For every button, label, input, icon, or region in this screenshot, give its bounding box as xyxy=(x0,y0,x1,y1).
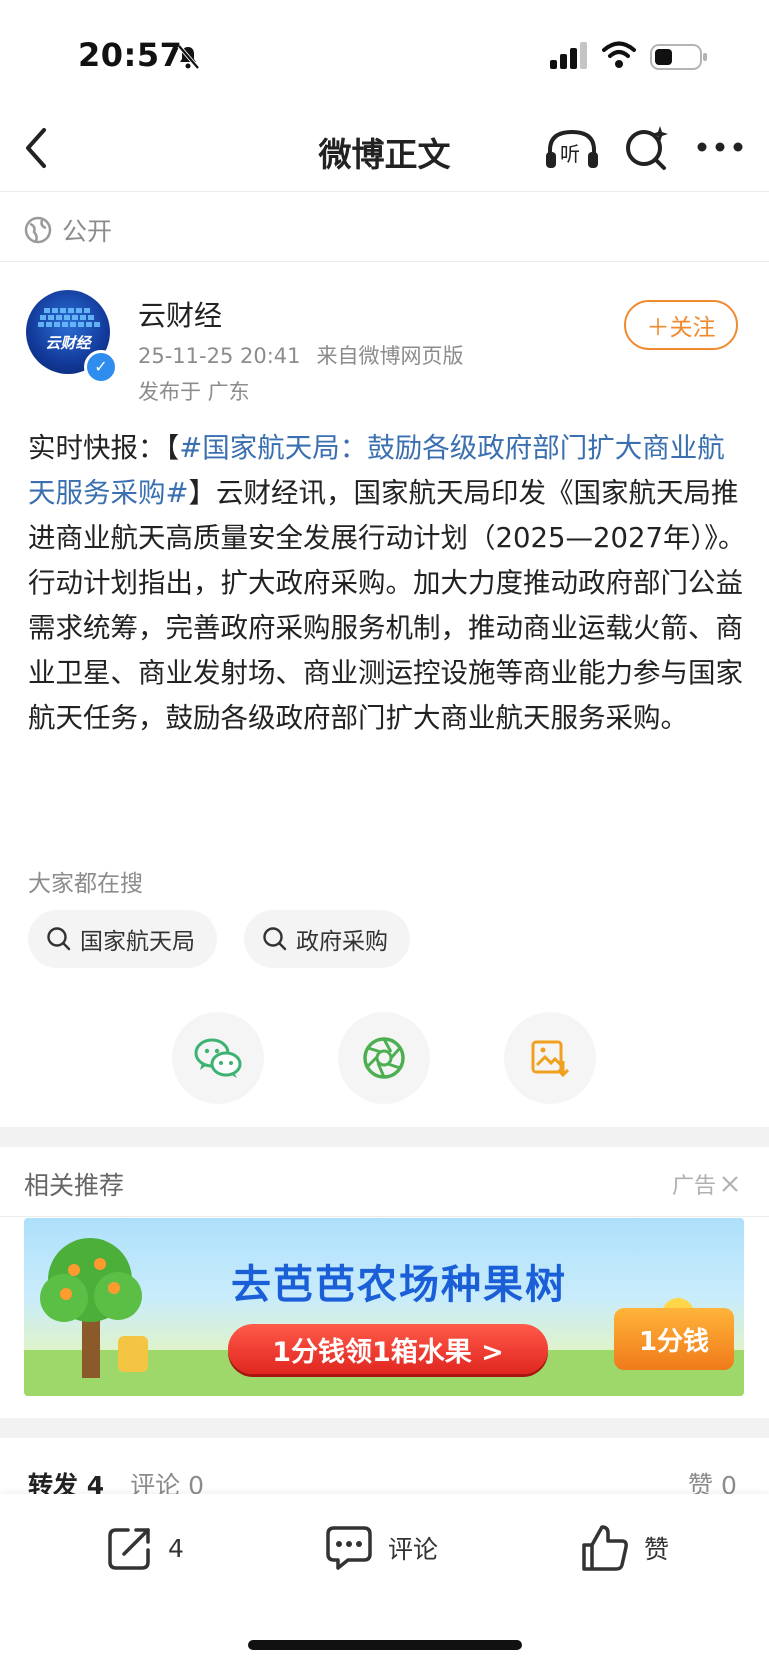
battery-icon xyxy=(650,44,707,70)
like-label: 赞 xyxy=(644,1535,670,1564)
search-suggest-label: 大家都在搜 xyxy=(28,871,143,897)
post-body-text: 云财经讯，国家航天局印发《国家航天局推进商业航天高质量安全发展行动计划（2025… xyxy=(28,477,746,734)
visibility-label: 公开 xyxy=(62,217,113,246)
thumbs-up-icon xyxy=(582,1525,628,1571)
save-image-button[interactable] xyxy=(504,1012,596,1104)
share-wechat-button[interactable] xyxy=(172,1012,264,1104)
visibility-divider xyxy=(0,261,769,262)
search-icon xyxy=(47,927,71,951)
post-meta: 25-11-25 20:41 来自微博网页版 xyxy=(138,340,480,370)
related-divider xyxy=(0,1216,769,1217)
search-icon[interactable] xyxy=(624,124,670,172)
post-source: 来自微博网页版 xyxy=(316,344,464,368)
section-gap xyxy=(0,1127,769,1147)
mute-bell-icon xyxy=(177,44,200,70)
repost-button[interactable]: 4 xyxy=(106,1518,184,1578)
cellular-signal-icon xyxy=(550,42,587,69)
visibility-indicator: 公开 xyxy=(24,210,112,250)
related-title: 相关推荐 xyxy=(24,1171,125,1200)
repost-count: 4 xyxy=(168,1533,184,1563)
search-chip-label: 政府采购 xyxy=(296,929,388,955)
ad-label: 广告 xyxy=(672,1174,717,1199)
ad-close-button[interactable]: 广告 xyxy=(672,1168,740,1200)
listen-label: 听 xyxy=(560,142,580,166)
author-name[interactable]: 云财经 xyxy=(138,294,222,334)
wechat-icon xyxy=(194,1038,242,1078)
nav-divider xyxy=(0,191,769,192)
more-icon[interactable] xyxy=(696,140,744,154)
post-time: 25-11-25 20:41 xyxy=(138,344,301,368)
comment-button[interactable]: 评论 xyxy=(324,1518,438,1578)
bracket-open: 【 xyxy=(165,432,180,464)
avatar-text: 云财经 xyxy=(45,334,92,352)
comment-icon xyxy=(326,1526,372,1570)
moments-icon xyxy=(363,1037,405,1079)
section-gap xyxy=(0,1418,769,1438)
search-chip[interactable]: 政府采购 xyxy=(244,910,410,968)
bracket-close: 】 xyxy=(188,477,217,509)
globe-icon xyxy=(24,216,52,244)
listen-button[interactable]: 听 xyxy=(544,128,600,172)
post-text: 实时快报：【#国家航天局：鼓励各级政府部门扩大商业航天服务采购#】云财经讯，国家… xyxy=(28,426,746,741)
search-chip-label: 国家航天局 xyxy=(80,929,195,955)
post-prefix: 实时快报： xyxy=(28,432,166,464)
comment-label: 评论 xyxy=(388,1535,439,1564)
like-button[interactable]: 赞 xyxy=(580,1518,669,1578)
search-chip[interactable]: 国家航天局 xyxy=(28,910,217,968)
follow-button[interactable]: ＋关注 xyxy=(624,300,738,350)
banner-cta-button[interactable]: 1分钱领1箱水果 > xyxy=(228,1324,548,1374)
banner-headline: 去芭芭农场种果树 xyxy=(231,1262,567,1308)
repost-icon xyxy=(108,1528,150,1570)
status-time: 20:57 xyxy=(78,36,183,74)
banner-badge: 1分钱 xyxy=(614,1308,734,1370)
share-moments-button[interactable] xyxy=(338,1012,430,1104)
verified-badge-icon: ✓ xyxy=(84,350,118,384)
ad-banner[interactable]: 去芭芭农场种果树 1分钱领1箱水果 > 1分钱 xyxy=(24,1218,744,1396)
post-location: 发布于 广东 xyxy=(138,380,250,404)
save-image-icon xyxy=(531,1040,570,1078)
home-indicator xyxy=(248,1640,522,1650)
close-icon xyxy=(722,1176,738,1192)
wifi-icon xyxy=(602,41,636,68)
search-icon xyxy=(263,927,287,951)
